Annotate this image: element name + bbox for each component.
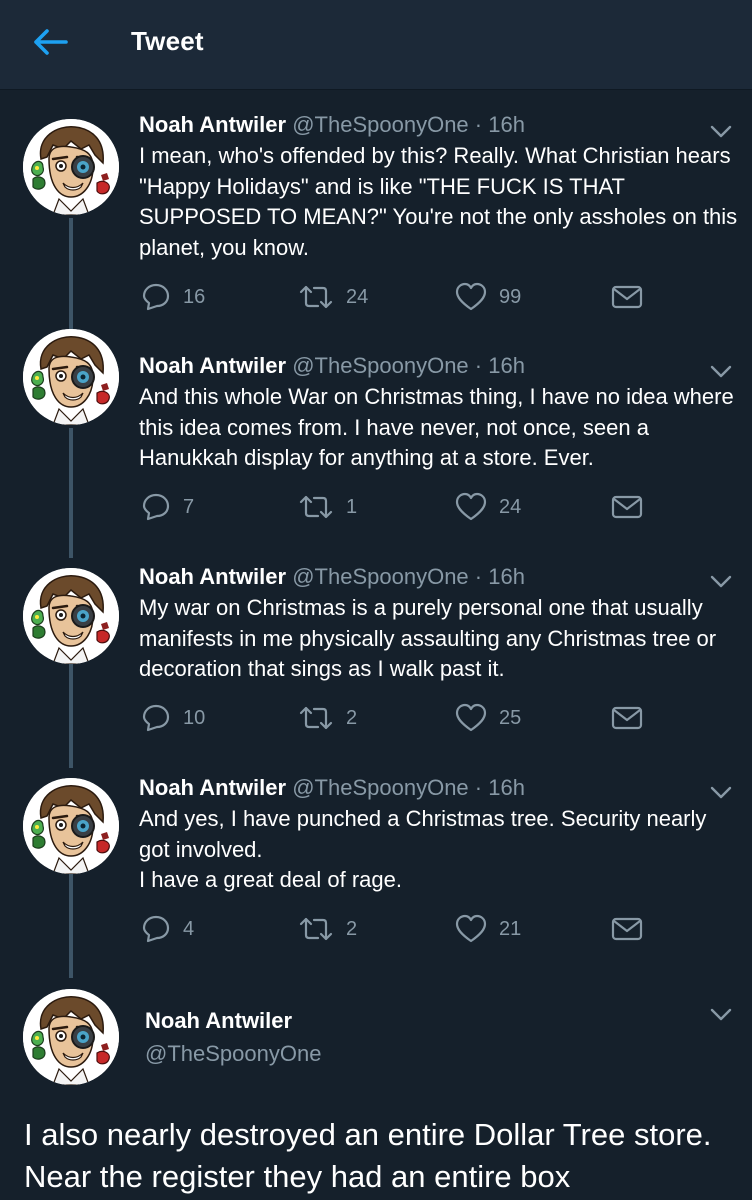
tweet-text: And yes, I have punched a Christmas tree… (139, 806, 707, 892)
like-count: 99 (499, 285, 522, 308)
tweet-header: Noah Antwiler @TheSpoonyOne · 16h (139, 112, 525, 138)
like-count: 21 (499, 917, 522, 940)
user-handle[interactable]: @TheSpoonyOne (292, 353, 468, 378)
user-handle[interactable]: @TheSpoonyOne (292, 564, 468, 589)
tweet-header: Noah Antwiler @TheSpoonyOne · 16h (139, 775, 525, 801)
reply-icon (142, 704, 170, 732)
like-button[interactable]: 24 (455, 490, 521, 524)
display-name[interactable]: Noah Antwiler (139, 353, 286, 378)
retweet-count: 1 (346, 495, 358, 518)
heart-icon (455, 914, 487, 943)
tweet-timestamp[interactable]: · 16h (475, 112, 525, 137)
retweet-icon (299, 917, 333, 941)
avatar-illustration (23, 778, 119, 874)
retweet-button[interactable]: 1 (298, 490, 357, 524)
chevron-down-icon (710, 1008, 732, 1021)
direct-message-button[interactable] (611, 701, 643, 735)
like-button[interactable]: 25 (455, 701, 521, 735)
like-count: 24 (499, 495, 522, 518)
tweet-text: And this whole War on Christmas thing, I… (139, 384, 734, 470)
direct-message-button[interactable] (611, 280, 643, 314)
display-name[interactable]: Noah Antwiler (145, 1008, 292, 1034)
reply-count: 10 (183, 706, 206, 729)
envelope-icon (611, 706, 643, 730)
display-name[interactable]: Noah Antwiler (139, 775, 286, 800)
direct-message-button[interactable] (611, 490, 643, 524)
avatar[interactable] (23, 568, 119, 664)
tweet-menu-button[interactable] (706, 360, 736, 384)
like-button[interactable]: 21 (455, 912, 521, 946)
reply-icon (142, 493, 170, 521)
chevron-down-icon (710, 786, 732, 799)
reply-count: 4 (183, 917, 195, 940)
tweet-timestamp[interactable]: · 16h (475, 564, 525, 589)
heart-icon (455, 703, 487, 732)
chevron-down-icon (710, 365, 732, 378)
reply-button[interactable]: 10 (141, 701, 205, 735)
arrow-left-icon (34, 29, 68, 55)
heart-icon (455, 492, 487, 521)
retweet-button[interactable]: 24 (298, 280, 368, 314)
retweet-count: 2 (346, 706, 358, 729)
header-title: Tweet (131, 26, 204, 56)
tweet-text: I mean, who's offended by this? Really. … (139, 143, 738, 260)
reply-icon (142, 283, 170, 311)
envelope-icon (611, 917, 643, 941)
tweet-header: Noah Antwiler @TheSpoonyOne · 16h (139, 353, 525, 379)
reply-button[interactable]: 16 (141, 280, 205, 314)
retweet-icon (299, 495, 333, 519)
envelope-icon (611, 495, 643, 519)
avatar[interactable] (23, 778, 119, 874)
tweet-timestamp[interactable]: · 16h (475, 775, 525, 800)
retweet-icon (299, 706, 333, 730)
back-button[interactable] (22, 22, 80, 62)
user-handle[interactable]: @TheSpoonyOne (292, 112, 468, 137)
tweet-timestamp[interactable]: · 16h (475, 353, 525, 378)
reply-button[interactable]: 7 (141, 490, 194, 524)
user-handle[interactable]: @TheSpoonyOne (292, 775, 468, 800)
like-button[interactable]: 99 (455, 280, 521, 314)
reply-icon (142, 915, 170, 943)
main-tweet-text: I also nearly destroyed an entire Dollar… (24, 1117, 712, 1194)
tweet-header: Noah Antwiler @TheSpoonyOne · 16h (139, 564, 525, 590)
chevron-down-icon (710, 575, 732, 588)
display-name[interactable]: Noah Antwiler (139, 112, 286, 137)
heart-icon (455, 282, 487, 311)
thread-connector (69, 428, 73, 558)
retweet-count: 24 (346, 285, 369, 308)
avatar[interactable] (23, 119, 119, 215)
retweet-button[interactable]: 2 (298, 701, 357, 735)
reply-button[interactable]: 4 (141, 912, 194, 946)
tweet-menu-button[interactable] (706, 570, 736, 594)
reply-count: 16 (183, 285, 206, 308)
retweet-button[interactable]: 2 (298, 912, 357, 946)
reply-count: 7 (183, 495, 195, 518)
direct-message-button[interactable] (611, 912, 643, 946)
like-count: 25 (499, 706, 522, 729)
avatar[interactable] (23, 989, 119, 1085)
avatar-illustration (23, 119, 119, 215)
retweet-count: 2 (346, 917, 358, 940)
retweet-icon (299, 285, 333, 309)
display-name[interactable]: Noah Antwiler (139, 564, 286, 589)
user-handle[interactable]: @TheSpoonyOne (145, 1041, 321, 1067)
top-app-bar: Tweet (0, 0, 752, 90)
tweet-text: My war on Christmas is a purely personal… (139, 595, 717, 681)
tweet-page: Tweet Noah Antwiler @TheSpoonyOne · 16h … (0, 0, 752, 1200)
envelope-icon (611, 285, 643, 309)
tweet-menu-button[interactable] (706, 781, 736, 805)
avatar[interactable] (23, 329, 119, 425)
chevron-down-icon (710, 125, 732, 138)
tweet-menu-button[interactable] (706, 1003, 736, 1027)
avatar-illustration (23, 568, 119, 664)
avatar-illustration (23, 989, 119, 1085)
avatar-illustration (23, 329, 119, 425)
